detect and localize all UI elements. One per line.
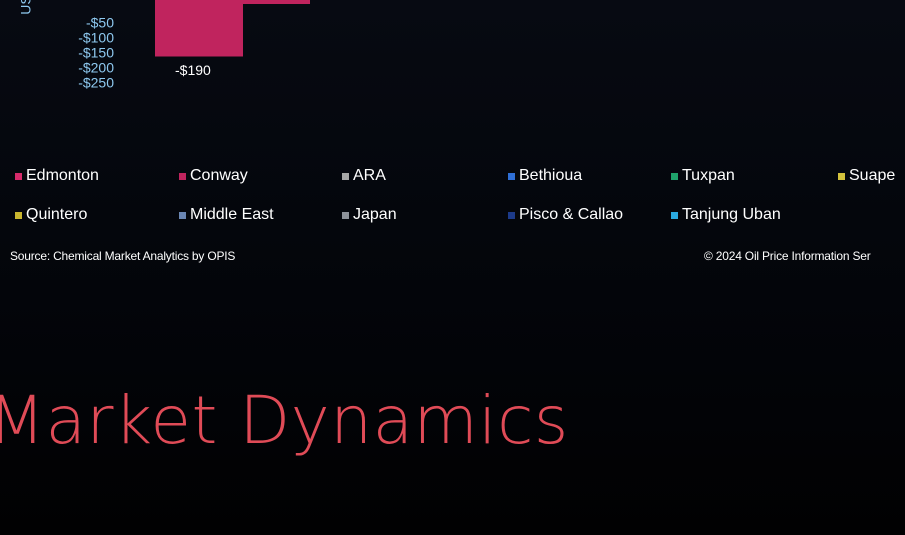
legend-swatch <box>508 172 515 180</box>
legend-item: Tanjung Uban <box>671 206 781 224</box>
legend-item: Middle East <box>179 206 274 224</box>
legend-swatch <box>15 172 22 180</box>
legend-item: Tuxpan <box>671 167 735 185</box>
legend-swatch <box>342 211 349 219</box>
source-note: Source: Chemical Market Analytics by OPI… <box>10 249 236 263</box>
legend-item: ARA <box>342 167 386 185</box>
bar-chart: US -$50-$100-$150-$200-$250 -$190 <box>18 0 310 91</box>
copyright-note: © 2024 Oil Price Information Ser <box>704 249 871 263</box>
y-tick-label: -$150 <box>78 45 114 61</box>
bar-conway <box>155 0 243 57</box>
legend-swatch <box>671 172 678 180</box>
legend-label: Quintero <box>26 206 88 223</box>
legend-item: Bethioua <box>508 167 582 185</box>
bar-adjacent <box>243 0 310 4</box>
legend-label: Bethioua <box>519 167 583 184</box>
legend-label: ARA <box>353 167 386 184</box>
legend-swatch <box>179 172 186 180</box>
y-tick-label: -$100 <box>78 30 114 46</box>
legend-item: Japan <box>342 206 397 224</box>
legend-swatch <box>671 211 678 219</box>
legend-item: Suape <box>838 167 895 185</box>
legend-label: Middle East <box>190 206 274 223</box>
y-tick-label: -$250 <box>78 75 114 91</box>
legend-item: Conway <box>179 167 248 185</box>
legend-swatch <box>15 211 22 219</box>
legend-label: Suape <box>849 167 896 184</box>
slide-background: US -$50 -$100 -$150 -$200 -$250 -$190 Edmont… <box>0 0 905 535</box>
legend-label: Tuxpan <box>682 167 735 184</box>
y-axis-label: US <box>18 0 34 15</box>
y-tick-label: -$50 <box>86 15 114 31</box>
legend-label: Conway <box>190 167 248 184</box>
legend-swatch <box>342 172 349 180</box>
legend-label: Pisco & Callao <box>519 206 624 223</box>
section-heading: Market Dynamics <box>0 382 569 459</box>
legend-item: Quintero <box>15 206 87 224</box>
legend-item: Pisco & Callao <box>508 206 623 224</box>
legend-swatch <box>508 211 515 219</box>
legend-label: Edmonton <box>26 167 99 184</box>
y-tick-label: -$200 <box>78 60 114 76</box>
legend-item: Edmonton <box>15 167 99 185</box>
bar-value-label: -$190 <box>175 62 211 78</box>
legend-label: Japan <box>353 206 397 223</box>
legend-swatch <box>179 211 186 219</box>
legend-swatch <box>838 172 845 180</box>
legend-label: Tanjung Uban <box>682 206 781 223</box>
